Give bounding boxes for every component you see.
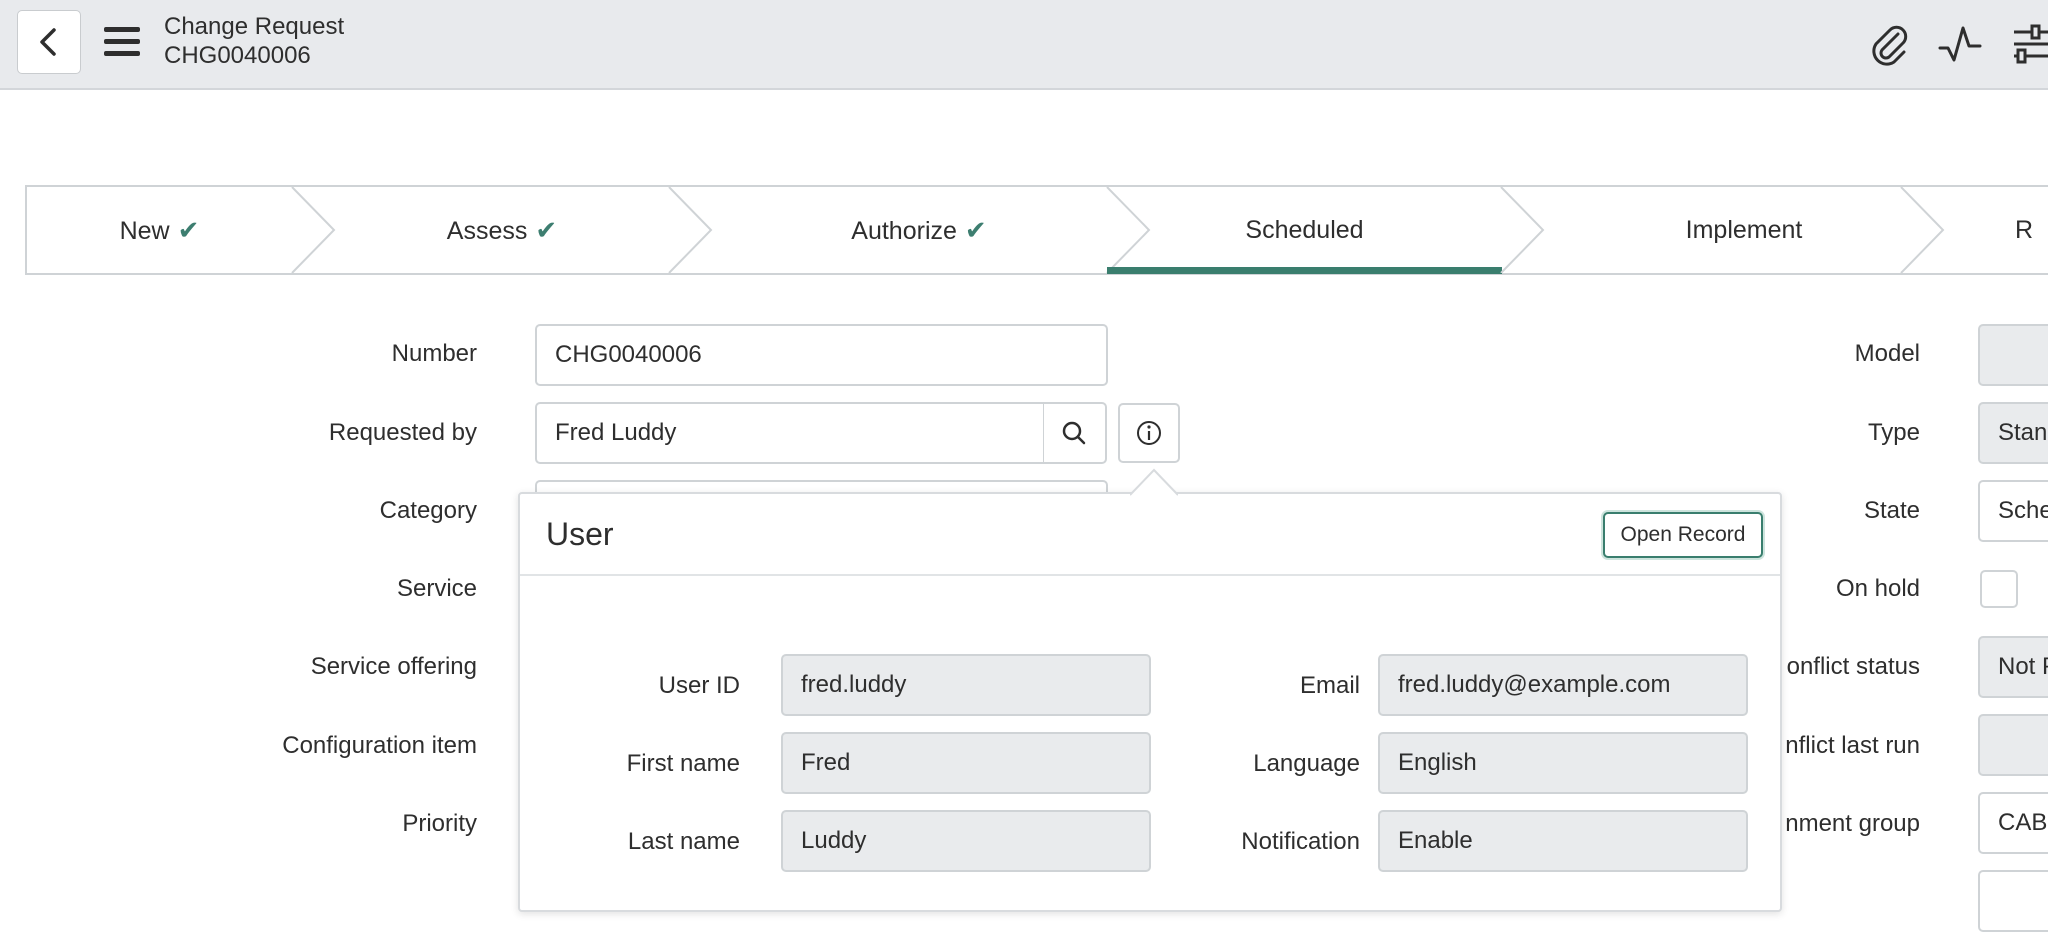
model-field[interactable]	[1978, 324, 2048, 386]
record-number-title: CHG0040006	[164, 42, 311, 69]
notification-field[interactable]: Enable	[1378, 810, 1748, 872]
requested-by-field[interactable]: Fred Luddy	[535, 402, 1045, 464]
stage-separator-icon	[291, 187, 336, 273]
email-label: Email	[1299, 672, 1360, 699]
stage-scheduled[interactable]: Scheduled	[1107, 187, 1502, 273]
stage-assess[interactable]: Assess ✔	[332, 187, 672, 273]
checkmark-icon: ✔	[177, 215, 200, 245]
attachment-button[interactable]	[1864, 20, 1912, 68]
popover-title: User	[546, 516, 614, 552]
stage-stepper: New ✔ Assess ✔ Authorize ✔ Scheduled Implem…	[25, 185, 2048, 275]
stage-label: Assess	[446, 217, 528, 245]
last-name-label: Last name	[627, 828, 740, 855]
info-icon	[1137, 421, 1161, 445]
stage-separator-icon	[668, 187, 713, 273]
service-offering-label: Service offering	[310, 653, 477, 680]
hamburger-menu-button[interactable]	[98, 20, 146, 64]
priority-label: Priority	[402, 810, 477, 837]
last-name-field[interactable]: Luddy	[781, 810, 1151, 872]
popover-pointer	[1130, 468, 1178, 496]
type-label: Type	[1867, 419, 1920, 446]
email-field[interactable]: fred.luddy@example.com	[1378, 654, 1748, 716]
user-id-field[interactable]: fred.luddy	[781, 654, 1151, 716]
stage-separator-icon	[1900, 187, 1945, 273]
stage-implement[interactable]: Implement	[1544, 187, 1944, 273]
stage-separator-icon	[1500, 187, 1545, 273]
user-id-label: User ID	[658, 672, 740, 699]
settings-button[interactable]	[2008, 20, 2048, 68]
user-info-popover: User Open Record User ID First name Last…	[518, 492, 1782, 912]
form-header: Change Request CHG0040006	[0, 0, 2048, 90]
popover-divider	[520, 574, 1780, 576]
open-record-button[interactable]: Open Record	[1603, 512, 1763, 558]
conflict-status-field[interactable]: Not P	[1978, 636, 2048, 698]
record-type-title: Change Request	[164, 13, 345, 40]
on-hold-checkbox[interactable]	[1980, 570, 2018, 608]
back-button[interactable]	[17, 10, 81, 74]
requested-by-label: Requested by	[328, 419, 477, 446]
stage-review[interactable]: R	[2015, 187, 2048, 273]
first-name-field[interactable]: Fred	[781, 732, 1151, 794]
type-field[interactable]: Standa	[1978, 402, 2048, 464]
stage-label: New	[119, 217, 170, 245]
paperclip-icon	[1872, 25, 1908, 66]
search-icon	[1062, 421, 1086, 445]
chevron-left-icon	[40, 28, 56, 56]
model-label: Model	[1854, 340, 1920, 367]
checkmark-icon: ✔	[964, 215, 987, 245]
service-label: Service	[396, 575, 477, 602]
language-field[interactable]: English	[1378, 732, 1748, 794]
category-label: Category	[379, 497, 477, 524]
activity-button[interactable]	[1936, 20, 1984, 68]
checkmark-icon: ✔	[535, 215, 558, 245]
stage-new[interactable]: New ✔	[27, 187, 292, 273]
active-stage-indicator	[1107, 267, 1502, 274]
assignment-group-field[interactable]: CAB A	[1978, 792, 2048, 854]
assigned-to-field[interactable]	[1978, 870, 2048, 932]
state-select[interactable]: Sche	[1978, 480, 2048, 542]
activity-pulse-icon	[1938, 26, 1982, 62]
requested-by-lookup-button[interactable]	[1043, 402, 1107, 464]
number-label: Number	[391, 340, 477, 367]
hamburger-menu-icon	[104, 27, 140, 56]
first-name-label: First name	[626, 750, 740, 777]
stage-authorize[interactable]: Authorize ✔	[709, 187, 1129, 273]
number-field[interactable]: CHG0040006	[535, 324, 1108, 386]
requested-by-info-button[interactable]	[1118, 403, 1180, 463]
configuration-item-label: Configuration item	[282, 732, 477, 759]
stage-label: Implement	[1685, 216, 1803, 244]
notification-label: Notification	[1241, 828, 1360, 855]
stage-label: Authorize	[851, 217, 957, 245]
conflict-last-run-field[interactable]	[1978, 714, 2048, 776]
language-label: Language	[1253, 750, 1360, 777]
stage-label: R	[2015, 216, 2034, 244]
sliders-icon	[2014, 24, 2048, 64]
stage-label: Scheduled	[1245, 216, 1364, 244]
